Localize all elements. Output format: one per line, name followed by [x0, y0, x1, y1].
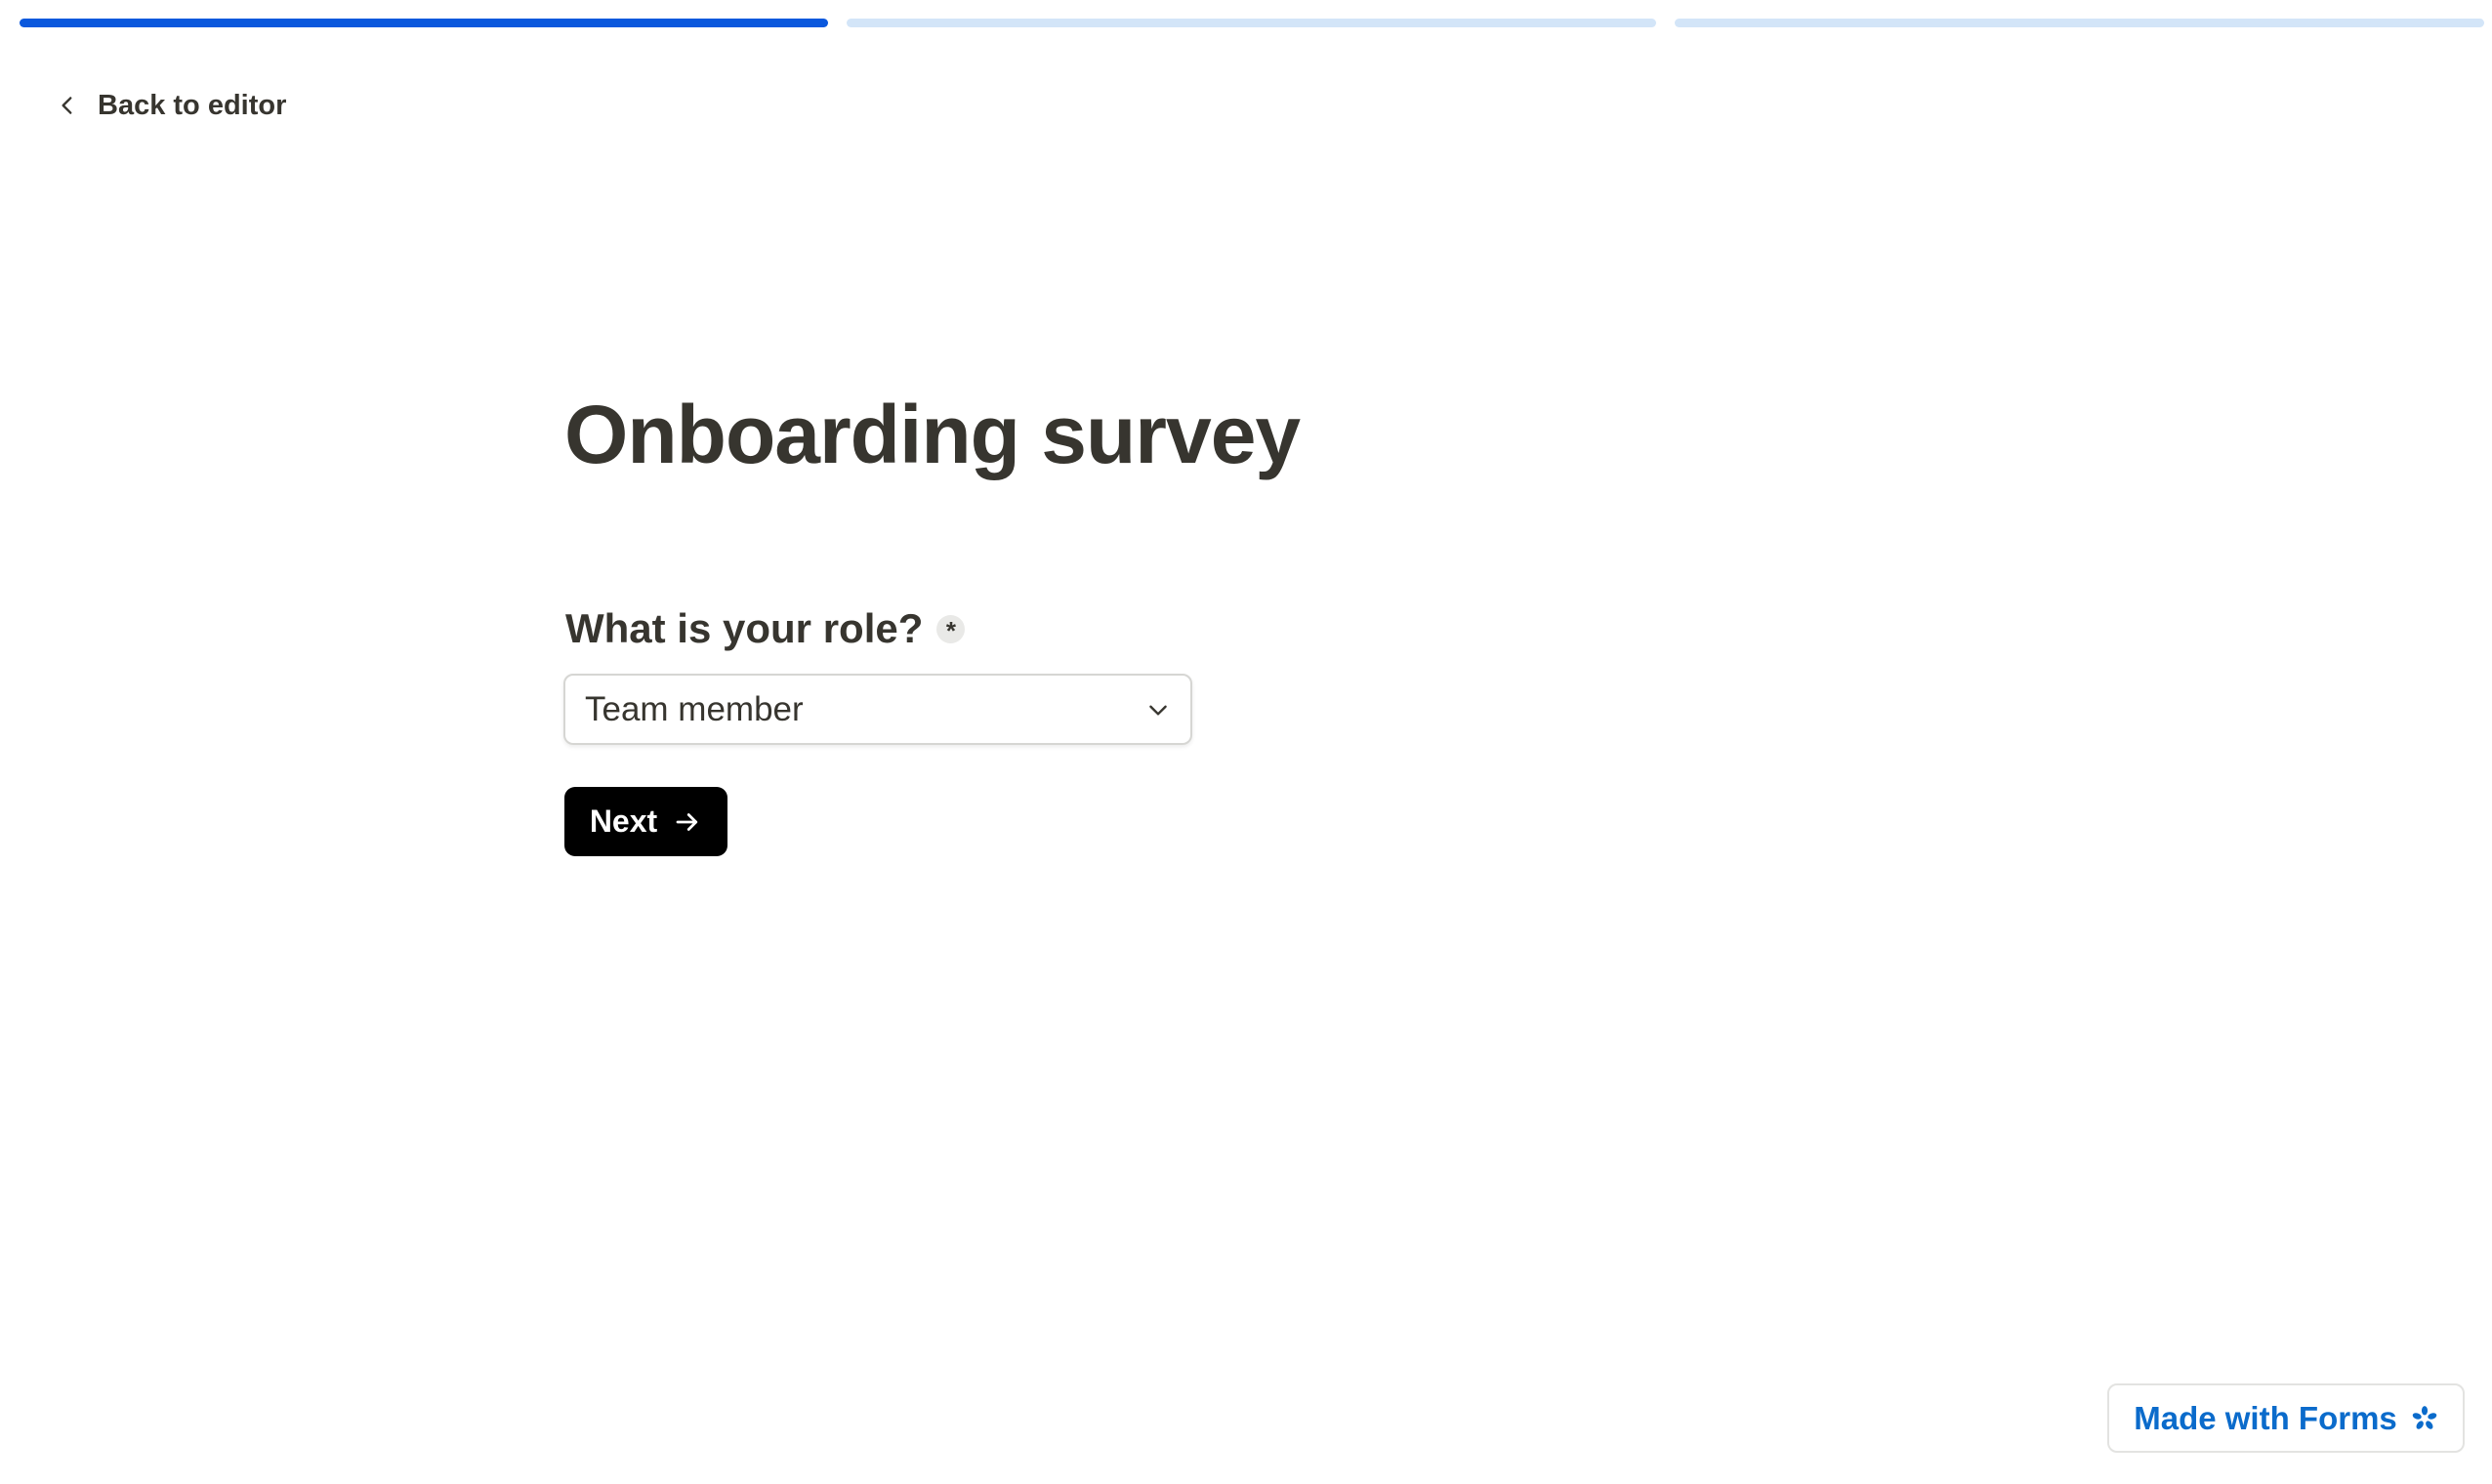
role-select[interactable]: Team member [563, 674, 1192, 745]
form-title: Onboarding survey [564, 389, 1301, 480]
progress-step-1 [20, 19, 828, 27]
made-with-forms-label: Made with Forms [2134, 1399, 2397, 1436]
chevron-down-icon [1145, 697, 1171, 722]
asterisk-flower-icon [2411, 1405, 2438, 1432]
back-to-editor-link[interactable]: Back to editor [49, 86, 292, 125]
next-button[interactable]: Next [564, 787, 727, 856]
question-label: What is your role? [565, 605, 924, 651]
progress-step-2 [847, 19, 1656, 27]
next-button-label: Next [589, 804, 658, 839]
arrow-right-icon [673, 807, 702, 837]
question-header: What is your role? * [565, 601, 966, 656]
role-select-value: Team member [585, 689, 804, 728]
progress-step-3 [1675, 19, 2484, 27]
required-marker: * [936, 614, 966, 643]
made-with-forms-badge[interactable]: Made with Forms [2107, 1383, 2465, 1453]
chevron-left-icon [55, 93, 80, 118]
back-to-editor-label: Back to editor [98, 89, 287, 121]
